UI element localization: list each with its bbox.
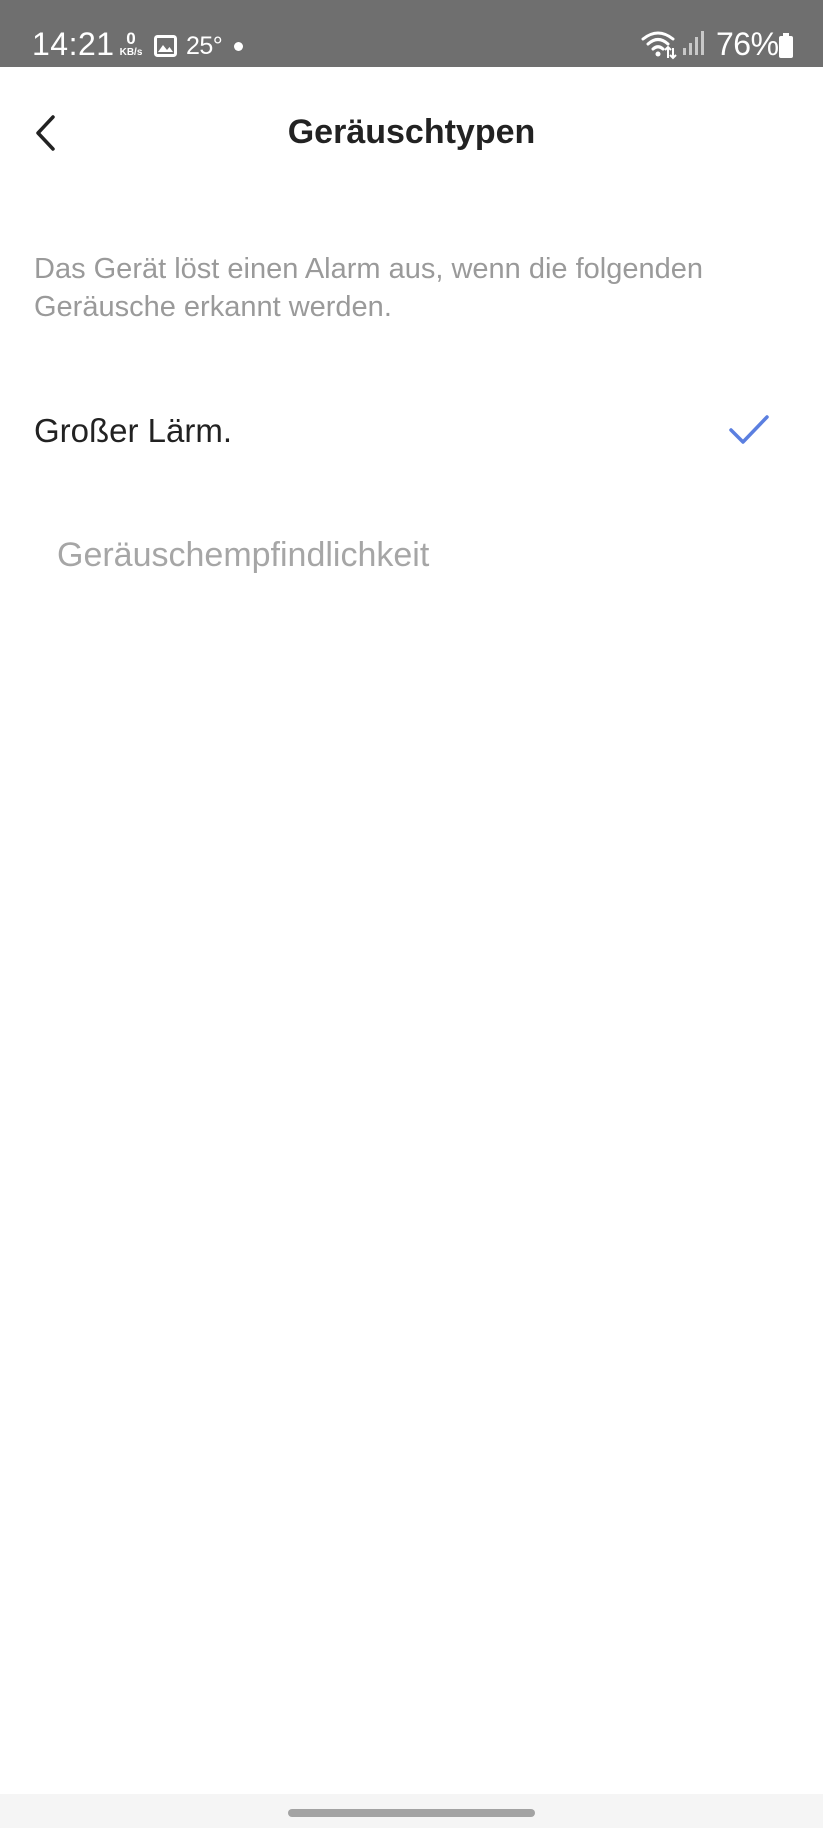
option-loud-noise[interactable]: Großer Lärm. [0, 400, 823, 464]
network-speed-value: 0 [126, 29, 136, 48]
sensitivity-label: Geräuschempfindlichkeit [57, 536, 430, 574]
signal-icon [682, 30, 706, 61]
navigation-bar [0, 1794, 823, 1828]
option-label: Großer Lärm. [34, 412, 233, 449]
page-title: Geräuschtypen [287, 113, 536, 151]
sound-sensitivity-item[interactable]: Geräuschempfindlichkeit [0, 530, 823, 586]
dot-icon [234, 42, 243, 51]
status-time: 14:21 [32, 26, 115, 62]
wifi-icon [641, 30, 677, 65]
network-speed: 0 KB/s [116, 30, 146, 58]
network-speed-unit: KB/s [119, 47, 143, 58]
header: Geräuschtypen [0, 67, 823, 197]
description-text: Das Gerät löst einen Alarm aus, wenn die… [34, 253, 704, 323]
status-bar: 14:21 0 KB/s 25° 76% [0, 0, 823, 67]
battery-icon [778, 33, 794, 64]
check-icon [728, 414, 770, 453]
home-indicator[interactable] [288, 1809, 535, 1817]
status-temperature: 25° [186, 32, 223, 60]
image-icon [154, 35, 177, 62]
battery-percent: 76% [716, 26, 779, 62]
